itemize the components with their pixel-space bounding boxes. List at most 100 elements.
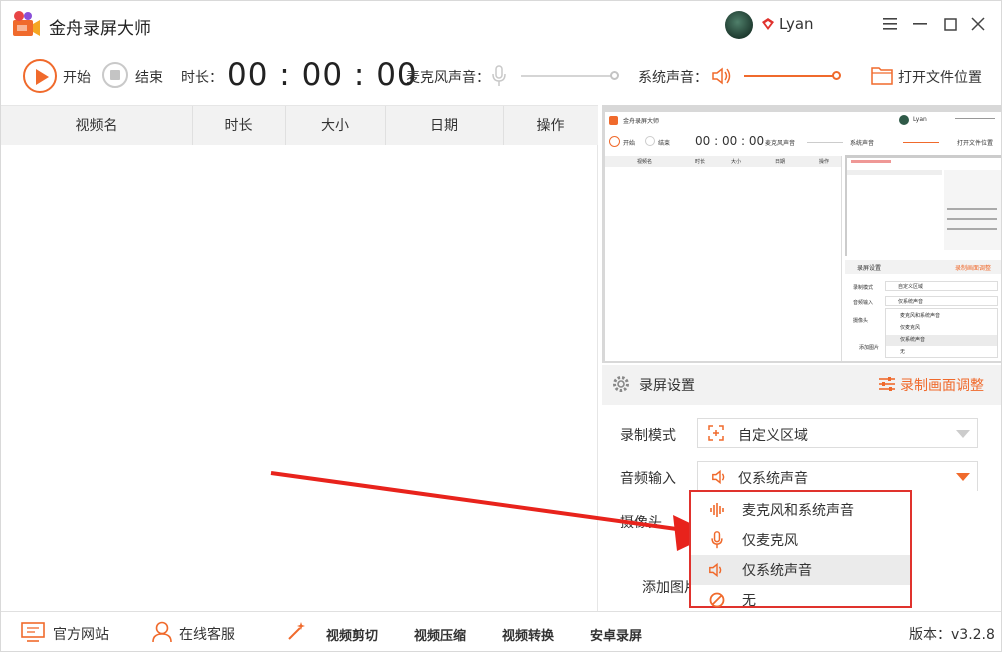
speaker-icon[interactable]	[711, 66, 733, 86]
settings-title: 录屏设置	[639, 378, 695, 394]
column-size[interactable]: 大小	[285, 106, 385, 146]
app-title: 金舟录屏大师	[49, 19, 151, 39]
vip-diamond-icon	[762, 18, 774, 30]
mini-mic-label: 麦克风声音	[765, 140, 796, 147]
adjust-recording-button[interactable]: 录制画面调整	[900, 375, 984, 395]
audio-input-select[interactable]: 仅系统声音	[697, 461, 978, 491]
audio-input-value: 仅系统声音	[738, 471, 808, 487]
system-volume-label: 系统声音：	[638, 70, 708, 86]
system-volume-knob[interactable]	[832, 71, 841, 80]
preview-screenshot: 金舟录屏大师 Lyan 开始 结束 00 : 00 : 00 麦克风声音 系统声…	[605, 112, 1001, 361]
mini-camera-label: 摄像头	[853, 318, 869, 324]
mini-col: 操作	[819, 159, 830, 165]
maximize-icon[interactable]	[941, 15, 959, 33]
close-icon[interactable]	[969, 15, 987, 33]
audio-option-mic-and-system[interactable]: 麦克风和系统声音	[691, 495, 910, 525]
column-duration[interactable]: 时长	[192, 106, 285, 146]
menu-icon[interactable]	[881, 15, 899, 33]
column-video-name[interactable]: 视频名	[1, 106, 192, 146]
screen-preview: 金舟录屏大师 Lyan 开始 结束 00 : 00 : 00 麦克风声音 系统声…	[602, 105, 1001, 363]
chevron-down-icon	[956, 430, 970, 438]
magic-wand-icon[interactable]	[286, 620, 308, 642]
microphone-icon	[708, 531, 726, 549]
mini-audio-value: 仅系统声音	[898, 299, 924, 305]
app-logo-icon	[13, 11, 40, 36]
mini-logo-icon	[609, 116, 618, 125]
mini-col: 时长	[695, 159, 706, 165]
mini-settings-header: 录屏设置 录制画面调整	[845, 260, 1001, 274]
record-toolbar: 开始 结束 时长： 00 : 00 : 00 麦克风声音： 系统声音： 打开文件…	[1, 48, 1001, 104]
mini-addimg-label: 添加图片	[859, 345, 880, 351]
mini-mode-label: 录制模式	[853, 285, 874, 291]
gear-icon	[613, 376, 629, 392]
version-text: 版本：v3.2.8	[909, 627, 995, 643]
mini-user: Lyan	[913, 116, 927, 123]
monitor-icon[interactable]	[21, 622, 45, 642]
mini-system-slider	[903, 142, 939, 143]
start-record-button[interactable]	[23, 59, 57, 93]
mini-start-label: 开始	[623, 140, 636, 147]
audio-option-system-only[interactable]: 仅系统声音	[691, 555, 910, 585]
start-label[interactable]: 开始	[63, 67, 91, 87]
system-volume-slider[interactable]	[744, 75, 836, 77]
mini-window-controls	[955, 118, 995, 119]
video-convert-link[interactable]: 视频转换	[502, 625, 554, 644]
mini-mode-field: 自定义区域	[885, 281, 998, 291]
folder-icon[interactable]	[871, 65, 893, 85]
audio-option-mic-only[interactable]: 仅麦克风	[691, 525, 910, 555]
microphone-icon[interactable]	[492, 65, 506, 87]
mini-option: 仅系统声音	[886, 335, 997, 346]
mini-start-icon	[609, 136, 620, 147]
video-list-header: 视频名 时长 大小 日期 操作	[1, 105, 598, 146]
mic-volume-slider[interactable]	[521, 75, 615, 77]
mini-folder-label: 打开文件位置	[957, 140, 994, 147]
record-mode-label: 录制模式	[620, 428, 676, 444]
mini-stop-icon	[645, 136, 655, 146]
audio-input-dropdown: 麦克风和系统声音 仅麦克风 仅系统声音 无	[689, 490, 912, 609]
mini-audio-label: 音频输入	[853, 300, 874, 306]
android-record-link[interactable]: 安卓录屏	[590, 625, 642, 644]
mini-settings-title: 录屏设置	[857, 265, 882, 272]
none-icon	[708, 591, 726, 609]
video-compress-link[interactable]: 视频压缩	[414, 625, 466, 644]
title-bar: 金舟录屏大师 Lyan	[1, 1, 1001, 48]
mini-list-header: 视频名 时长 大小 日期 操作	[605, 156, 841, 167]
audio-option-label: 无	[742, 593, 756, 609]
stop-label[interactable]: 结束	[135, 67, 163, 87]
mini-avatar	[899, 115, 909, 125]
mini-col: 日期	[775, 159, 786, 165]
video-cut-link[interactable]: 视频剪切	[326, 625, 378, 644]
adjust-sliders-icon[interactable]	[878, 375, 896, 393]
camera-label: 摄像头	[620, 515, 662, 531]
customer-service-icon[interactable]	[152, 621, 172, 643]
mic-volume-knob[interactable]	[610, 71, 619, 80]
mini-divider	[841, 156, 842, 361]
stop-record-button[interactable]	[102, 62, 128, 88]
mini-stop-label: 结束	[658, 140, 671, 147]
column-actions[interactable]: 操作	[503, 106, 598, 146]
app-window: 金舟录屏大师 Lyan 开始 结束 时长： 00 : 00 : 00 麦克风声音…	[0, 0, 1002, 652]
chevron-down-icon	[956, 473, 970, 481]
mic-volume-label: 麦克风声音：	[406, 70, 490, 86]
mini-system-label: 系统声音	[850, 140, 875, 147]
username[interactable]: Lyan	[779, 15, 814, 33]
mini-col: 大小	[731, 159, 742, 165]
mini-option: 麦克风和系统声音	[900, 313, 941, 319]
video-list	[1, 145, 598, 611]
mini-app-title: 金舟录屏大师	[623, 118, 660, 125]
mini-timer: 00 : 00 : 00	[695, 134, 765, 148]
custom-area-icon	[708, 425, 724, 441]
mini-audio-field: 仅系统声音	[885, 296, 998, 306]
user-avatar[interactable]	[725, 11, 753, 39]
website-link[interactable]: 官方网站	[53, 624, 109, 644]
mini-col: 视频名	[637, 159, 653, 165]
audio-option-label: 仅系统声音	[742, 563, 812, 579]
online-service-link[interactable]: 在线客服	[179, 624, 235, 644]
open-folder-button[interactable]: 打开文件位置	[898, 67, 982, 87]
footer-bar: 官方网站 在线客服 视频剪切 视频压缩 视频转换 安卓录屏 版本：v3.2.8	[1, 611, 1001, 651]
mini-nested-preview	[845, 155, 1001, 256]
minimize-icon[interactable]	[911, 15, 929, 33]
column-date[interactable]: 日期	[385, 106, 503, 146]
record-mode-select[interactable]: 自定义区域	[697, 418, 978, 448]
speaker-icon	[712, 469, 725, 485]
